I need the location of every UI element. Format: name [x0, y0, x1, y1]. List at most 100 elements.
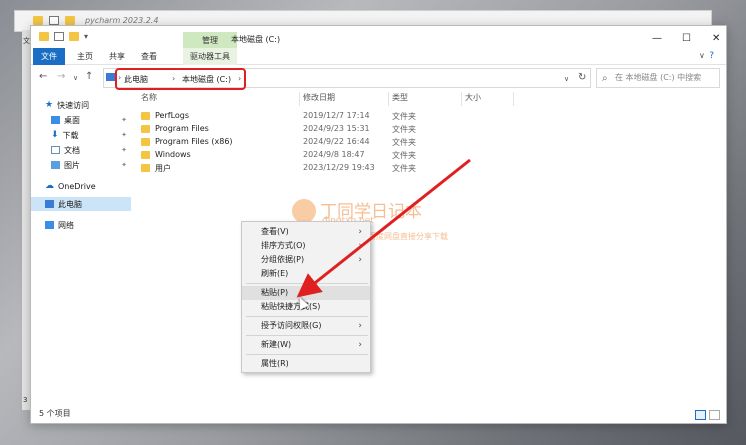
search-input[interactable]: ⌕ 在 本地磁盘 (C:) 中搜索 [596, 68, 720, 88]
column-separator[interactable] [461, 92, 462, 106]
navigation-pane: ★ 快速访问 桌面 ✦ ⬇ 下载 ✦ 文档 ✦ 图片 ✦ ☁ OneDrive [31, 92, 131, 412]
menu-separator [246, 316, 368, 317]
menu-separator [246, 354, 368, 355]
context-menu: 查看(V) › 排序方式(O) › 分组依据(P) › 刷新(E) 粘贴(P) … [241, 221, 371, 373]
file-name: Windows [155, 150, 191, 159]
menu-item-properties[interactable]: 属性(R) [242, 357, 370, 371]
chevron-right-icon: › [358, 227, 362, 237]
menu-item-label: 刷新(E) [261, 269, 289, 278]
background-window-titlebar: pycharm 2023.2.4 [33, 16, 158, 25]
nav-desktop[interactable]: 桌面 ✦ [31, 113, 131, 127]
folder-icon [141, 112, 150, 120]
column-separator[interactable] [299, 92, 300, 106]
nav-label: 桌面 [64, 115, 80, 125]
menu-item-group[interactable]: 分组依据(P) › [242, 253, 370, 267]
menu-item-view[interactable]: 查看(V) › [242, 225, 370, 239]
nav-label: 下载 [62, 130, 79, 140]
back-button[interactable]: ← [39, 71, 47, 82]
tab-file[interactable]: 文件 [33, 48, 65, 65]
menu-item-refresh[interactable]: 刷新(E) [242, 267, 370, 281]
menu-item-label: 分组依据(P) [261, 255, 305, 264]
column-header-size[interactable]: 大小 [465, 92, 481, 106]
new-folder-icon[interactable] [69, 32, 79, 41]
large-icons-view-icon[interactable] [709, 410, 720, 420]
tab-share[interactable]: 共享 [109, 51, 125, 62]
minimize-button[interactable]: — [652, 33, 662, 44]
view-toggle [695, 410, 720, 420]
menu-item-label: 新建(W) [261, 340, 292, 349]
download-icon: ⬇ [51, 130, 59, 140]
list-item[interactable]: 用户 2023/12/29 19:43 文件夹 [135, 162, 515, 175]
file-date: 2024/9/8 18:47 [303, 150, 365, 159]
column-header-type[interactable]: 类型 [392, 92, 408, 106]
menu-item-sort[interactable]: 排序方式(O) › [242, 239, 370, 253]
cloud-icon: ☁ [45, 181, 54, 191]
details-view-icon[interactable] [695, 410, 706, 420]
close-button[interactable]: ✕ [712, 33, 720, 44]
list-item[interactable]: Program Files 2024/9/23 15:31 文件夹 [135, 123, 515, 136]
background-side-label: 3 [23, 396, 28, 404]
nav-downloads[interactable]: ⬇ 下载 ✦ [31, 128, 131, 142]
network-icon [45, 221, 54, 229]
folder-icon [141, 164, 150, 172]
column-header-date[interactable]: 修改日期 [303, 92, 335, 106]
file-date: 2019/12/7 17:14 [303, 111, 370, 120]
folder-icon [141, 151, 150, 159]
up-button[interactable]: ↑ [85, 71, 93, 82]
nav-quick-access[interactable]: ★ 快速访问 [31, 98, 131, 112]
file-date: 2024/9/22 16:44 [303, 137, 370, 146]
refresh-icon[interactable]: ↻ [578, 72, 586, 83]
properties-icon[interactable] [54, 32, 64, 41]
recent-locations-button[interactable]: ∨ [73, 74, 78, 82]
folder-icon [39, 32, 49, 41]
ribbon-tabs: 文件 主页 共享 查看 驱动器工具 ∨ ? [31, 48, 726, 65]
title-bar: ▾ 管理 本地磁盘 (C:) — ☐ ✕ [31, 26, 726, 49]
column-separator[interactable] [513, 92, 514, 106]
tab-view[interactable]: 查看 [141, 51, 157, 62]
maximize-button[interactable]: ☐ [682, 33, 691, 44]
pin-icon: ✦ [121, 131, 127, 139]
expand-ribbon-icon[interactable]: ∨ [699, 51, 705, 60]
menu-item-label: 排序方式(O) [261, 241, 306, 250]
nav-label: OneDrive [58, 181, 96, 191]
forward-button[interactable]: → [57, 71, 65, 82]
desktop-icon [51, 116, 60, 124]
column-header-name[interactable]: 名称 [141, 92, 157, 106]
document-icon [51, 146, 60, 154]
tab-home[interactable]: 主页 [77, 51, 93, 62]
menu-item-label: 授予访问权限(G) [261, 321, 322, 330]
menu-item-label: 属性(R) [261, 359, 289, 368]
background-window-title: pycharm 2023.2.4 [85, 16, 159, 25]
file-name: PerfLogs [155, 111, 190, 120]
list-item[interactable]: PerfLogs 2019/12/7 17:14 文件夹 [135, 110, 515, 123]
address-dropdown-icon[interactable]: ∨ [564, 75, 569, 83]
file-date: 2024/9/23 15:31 [303, 124, 370, 133]
nav-this-pc[interactable]: 此电脑 [31, 197, 131, 211]
help-icon[interactable]: ? [709, 51, 714, 61]
tab-manage[interactable]: 管理 [183, 32, 237, 49]
file-name: Program Files (x86) [155, 137, 233, 146]
nav-pictures[interactable]: 图片 ✦ [31, 158, 131, 172]
menu-item-label: 粘贴(P) [261, 288, 289, 297]
window-title: 本地磁盘 (C:) [231, 35, 281, 44]
chevron-right-icon: › [358, 321, 362, 331]
column-separator[interactable] [388, 92, 389, 106]
folder-icon [33, 16, 43, 25]
menu-item-label: 查看(V) [261, 227, 289, 236]
menu-separator [246, 335, 368, 336]
list-item[interactable]: Windows 2024/9/8 18:47 文件夹 [135, 149, 515, 162]
this-pc-icon [106, 73, 115, 81]
star-icon: ★ [45, 100, 54, 110]
nav-onedrive[interactable]: ☁ OneDrive [31, 179, 131, 193]
tab-drive-tools[interactable]: 驱动器工具 [183, 48, 237, 65]
menu-item-paste[interactable]: 粘贴(P) [242, 286, 370, 300]
folder-icon [141, 138, 150, 146]
file-type: 文件夹 [392, 164, 416, 173]
menu-item-grant-access[interactable]: 授予访问权限(G) › [242, 319, 370, 333]
customize-toolbar-icon[interactable]: ▾ [84, 32, 88, 41]
menu-item-new[interactable]: 新建(W) › [242, 338, 370, 352]
list-item[interactable]: Program Files (x86) 2024/9/22 16:44 文件夹 [135, 136, 515, 149]
nav-documents[interactable]: 文档 ✦ [31, 143, 131, 157]
nav-network[interactable]: 网络 [31, 218, 131, 232]
nav-label: 此电脑 [58, 199, 82, 209]
